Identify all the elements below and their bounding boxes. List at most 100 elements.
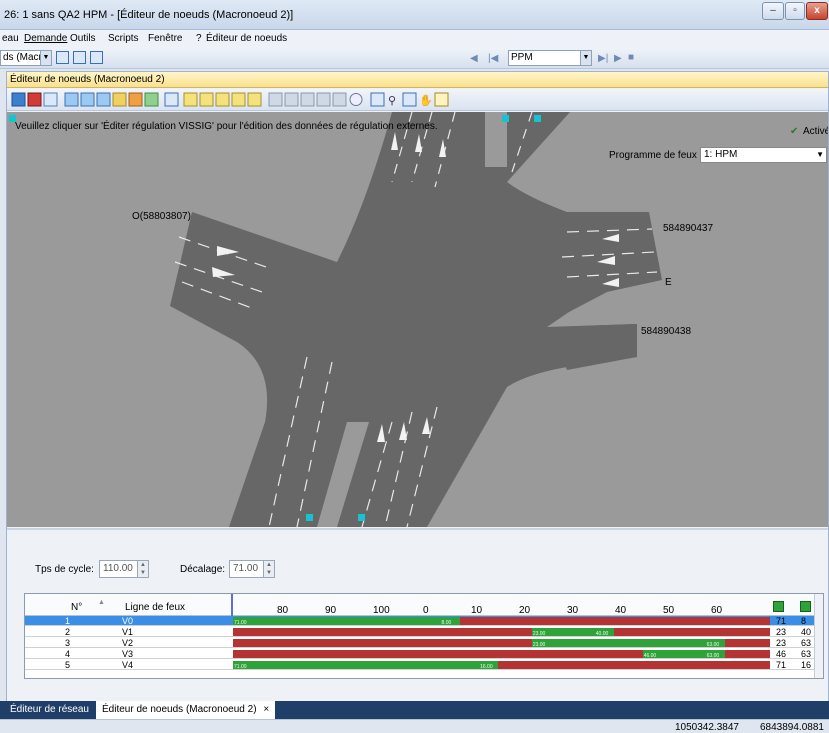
clock-icon [349, 93, 363, 106]
tick-label: 40 [615, 605, 627, 616]
menu-editeur-noeuds[interactable]: Éditeur de noeuds [206, 33, 287, 44]
menu-help[interactable]: ? [196, 33, 202, 44]
detector-marker [358, 514, 365, 521]
west-node-label: O(58803807) [132, 211, 191, 222]
title-bar: 26: 1 sans QA2 HPM - [Éditeur de noeuds … [0, 0, 829, 30]
intersection-canvas[interactable]: Veuillez cliquer sur 'Éditer régulation … [7, 112, 828, 527]
group-move-icon [231, 92, 246, 107]
sort-icon: ▲ [98, 599, 105, 606]
row-name: V0 [122, 616, 134, 626]
step-forward-icon[interactable]: ▶| [598, 53, 608, 64]
tick-label: 100 [373, 605, 390, 616]
close-button[interactable]: x [806, 2, 828, 20]
tick-label: 30 [567, 605, 579, 616]
green-end-icon [800, 601, 811, 612]
step-back-icon[interactable]: |◀ [488, 53, 498, 64]
document-tabs: Éditeur de réseau Éditeur de noeuds (Mac… [0, 701, 829, 719]
chevron-down-icon: ▼ [40, 51, 51, 65]
tab-node-editor[interactable]: Éditeur de noeuds (Macronoeud 2) × [96, 701, 276, 719]
menu-fenetre[interactable]: Fenêtre [148, 33, 182, 44]
row-number: 5 [65, 660, 71, 670]
warning-tool-icon [128, 92, 143, 107]
playback-combo[interactable]: PPM ▼ [508, 50, 592, 66]
table-row[interactable]: 3 V2 23.00 63.00 23 63 [25, 638, 815, 648]
vissig-notice: Veuillez cliquer sur 'Éditer régulation … [15, 121, 438, 132]
east-upper-node-label: 584890437 [663, 223, 714, 234]
signal-program-pane: Tps de cycle: 110.00 ▲ ▼ Décalage: 71.00 … [7, 528, 828, 722]
rewind-icon[interactable]: ◀ [470, 53, 478, 64]
table-row[interactable]: 2 V1 23.00 40.00 23 40 [25, 627, 815, 637]
play-icon[interactable]: ▶ [614, 53, 622, 64]
group-edit-icon [199, 92, 214, 107]
intersection-drawing [9, 112, 662, 527]
tick-label: 20 [519, 605, 531, 616]
green-end-value: 16 [801, 660, 812, 670]
magnifier-icon: ⚲ [388, 95, 396, 107]
offset-label: Décalage: [180, 564, 226, 575]
row-name: V2 [122, 638, 134, 648]
menu-demande[interactable]: Demande [24, 33, 67, 44]
detector-tool-icon [80, 92, 95, 107]
green-phase-bar [531, 639, 725, 647]
row-number: 4 [65, 649, 71, 659]
editor-tool-icons[interactable]: ⚲ ✋ [7, 89, 507, 111]
row-number: 1 [65, 616, 71, 626]
green-end-value: 40 [801, 627, 812, 637]
east-letter-label: E [665, 277, 672, 288]
main-toolbar: ds (Macr​ ▼ ◀ |◀ PPM ▼ ▶| ▶ ■ [0, 47, 829, 69]
green-end-label: 16.00 [480, 664, 493, 670]
select-tool-icon [11, 92, 26, 107]
group-link-icon [247, 92, 262, 107]
editor-toolbar: ⚲ ✋ [7, 89, 828, 111]
minimize-button[interactable]: – [762, 2, 784, 20]
cycle-input[interactable]: 110.00 ▲ ▼ [99, 560, 149, 578]
editor-title: Éditeur de noeuds (Macronoeud 2) [10, 74, 165, 85]
restore-button[interactable]: ▫ [785, 2, 805, 20]
view-a-icon [268, 92, 283, 107]
active-label: Activé [803, 126, 828, 137]
group-add-icon [183, 92, 198, 107]
group-delete-icon [215, 92, 230, 107]
offset-input[interactable]: 71.00 ▲ ▼ [229, 560, 275, 578]
green-end-value: 8 [801, 616, 807, 626]
vertical-split-icon[interactable] [90, 51, 103, 64]
spinner-icon[interactable]: ▲ ▼ [137, 561, 148, 577]
grid-scrollbar[interactable] [814, 594, 823, 678]
stop-icon[interactable]: ■ [628, 52, 634, 63]
editor-title-bar: Éditeur de noeuds (Macronoeud 2) [7, 72, 828, 88]
row-number: 2 [65, 627, 71, 637]
tab-network-editor[interactable]: Éditeur de réseau [10, 704, 89, 715]
green-start-value: 23 [776, 638, 787, 648]
table-tool-icon [164, 92, 179, 107]
cycle-label: Tps de cycle: [35, 564, 94, 575]
east-lower-node-label: 584890438 [641, 326, 692, 337]
tick-label: 90 [325, 605, 337, 616]
table-row[interactable]: 5 V4 71.00 16.00 71 16 [25, 660, 815, 670]
menu-outils[interactable]: Outils [70, 33, 96, 44]
detector-marker [306, 514, 313, 521]
row-name: V4 [122, 660, 134, 670]
pan-horizontal-icon [402, 92, 417, 107]
program-select[interactable]: 1: HPM ▼ [700, 147, 827, 163]
table-row[interactable]: 4 V3 46.00 63.00 46 63 [25, 649, 815, 659]
node-combo[interactable]: ds (Macr​ ▼ [0, 50, 52, 66]
road-surface [170, 112, 662, 527]
tick-label: 10 [471, 605, 483, 616]
table-row[interactable]: 1 V0 71.00 8.00 71 8 [25, 616, 815, 626]
name-column-header[interactable]: Ligne de feux [125, 602, 185, 613]
single-view-icon[interactable] [56, 51, 69, 64]
close-icon[interactable]: × [263, 704, 269, 715]
menu-scripts[interactable]: Scripts [108, 33, 139, 44]
view-e-icon [332, 92, 347, 107]
green-end-value: 63 [801, 649, 812, 659]
spinner-icon[interactable]: ▲ ▼ [263, 561, 274, 577]
num-column-header[interactable]: N° [71, 602, 82, 613]
menu-reseau[interactable]: eau [2, 33, 19, 44]
lane-tool-icon [64, 92, 79, 107]
coord-x: 1050342.3847 [675, 722, 739, 733]
green-start-value: 23 [776, 627, 787, 637]
green-start-value: 71 [776, 616, 787, 626]
detector-marker [502, 115, 509, 122]
green-start-value: 46 [776, 649, 787, 659]
horizontal-split-icon[interactable] [73, 51, 86, 64]
